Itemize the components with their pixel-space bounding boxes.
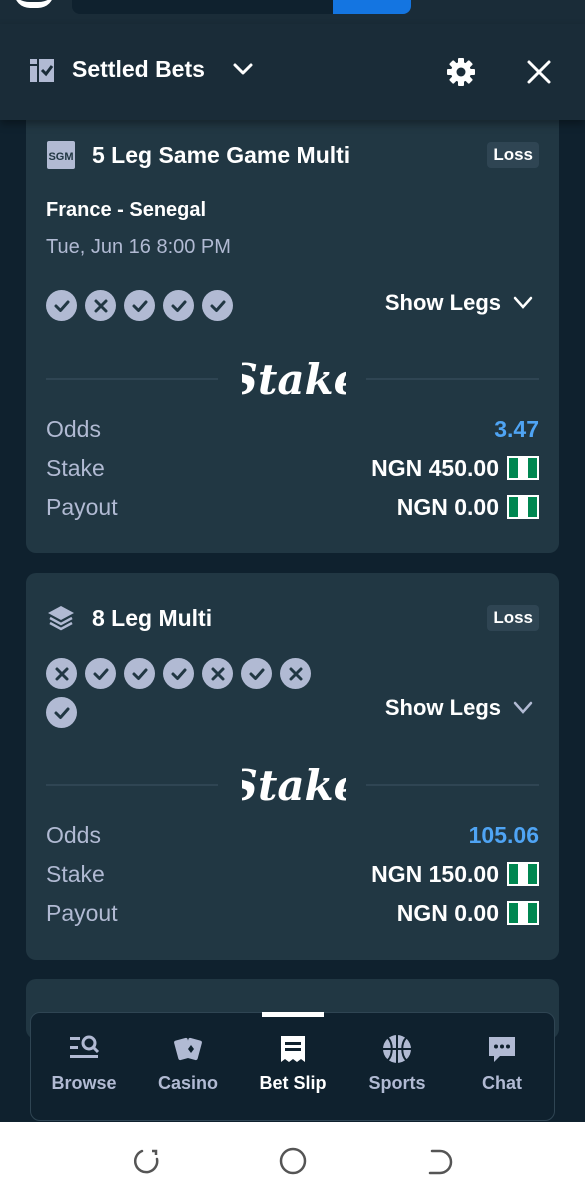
chevron-down-icon [513, 296, 533, 309]
leg-won-check-icon [163, 290, 194, 321]
event-date: Tue, Jun 16 8:00 PM [46, 236, 231, 258]
nav-sports[interactable]: Sports [347, 1013, 447, 1120]
leg-won-check-icon [202, 290, 233, 321]
stake-value: NGN 150.00 [371, 860, 499, 887]
gear-icon[interactable] [445, 56, 477, 88]
bottom-navigation: Browse Casino Bet Slip Sports Chat [30, 1012, 555, 1121]
nigeria-flag-icon [507, 456, 539, 480]
bet-card[interactable]: 8 Leg Multi Loss Show Legs Stake Odds 10… [26, 573, 559, 960]
nigeria-flag-icon [507, 862, 539, 886]
stake-logo: Stake [242, 355, 346, 404]
bet-slip-icon [281, 1036, 305, 1062]
leg-won-check-icon [46, 697, 77, 728]
nav-browse[interactable]: Browse [34, 1013, 134, 1120]
nav-label: Chat [482, 1073, 522, 1093]
divider [46, 784, 218, 786]
show-legs-label: Show Legs [384, 290, 501, 315]
bet-ticket-check-icon [30, 59, 54, 82]
leg-won-check-icon [85, 658, 116, 689]
payout-label: Payout [46, 899, 118, 926]
top-app-bar-fragment [0, 0, 585, 24]
svg-text:Stake: Stake [242, 761, 346, 810]
recent-apps-icon[interactable] [132, 1146, 162, 1176]
back-icon[interactable] [424, 1146, 454, 1176]
browse-icon [70, 1035, 100, 1058]
search-button-fragment[interactable] [333, 0, 411, 14]
casino-cards-icon [174, 1037, 202, 1061]
bet-title: 5 Leg Same Game Multi [92, 142, 351, 168]
close-icon[interactable] [526, 59, 552, 85]
search-bar-fragment[interactable] [72, 0, 334, 14]
stake-logo: Stake [242, 761, 346, 810]
divider [46, 378, 218, 380]
status-badge: Loss [487, 142, 539, 168]
nav-label: Sports [368, 1073, 426, 1093]
divider [366, 784, 539, 786]
system-navigation-bar [0, 1122, 585, 1200]
logo-fragment [14, 0, 54, 8]
leg-lost-x-icon [280, 658, 311, 689]
nav-bet-slip[interactable]: Bet Slip [243, 1013, 343, 1120]
basketball-icon [383, 1035, 411, 1063]
leg-won-check-icon [46, 290, 77, 321]
status-badge: Loss [487, 605, 539, 631]
svg-text:SGM: SGM [48, 151, 73, 163]
nigeria-flag-icon [507, 495, 539, 519]
leg-won-check-icon [163, 658, 194, 689]
nav-label: Casino [157, 1073, 218, 1093]
bet-title: 8 Leg Multi [92, 605, 213, 631]
stake-label: Stake [46, 860, 105, 887]
leg-won-check-icon [124, 290, 155, 321]
leg-won-check-icon [124, 658, 155, 689]
odds-value: 105.06 [468, 821, 539, 848]
leg-lost-x-icon [85, 290, 116, 321]
payout-row: Payout NGN 0.00 [46, 898, 539, 928]
event-name[interactable]: France - Senegal [46, 199, 206, 222]
page-title: Settled Bets [72, 56, 205, 82]
nav-label: Bet Slip [259, 1073, 327, 1093]
legs-status-list [46, 290, 326, 321]
show-legs-label: Show Legs [384, 695, 501, 720]
svg-text:Stake: Stake [242, 355, 346, 404]
stake-value-group: NGN 450.00 [371, 455, 539, 482]
leg-lost-x-icon [202, 658, 233, 689]
legs-status-list [46, 658, 326, 728]
show-legs-button[interactable]: Show Legs [385, 290, 533, 316]
odds-row: Odds 3.47 [46, 414, 539, 444]
settled-bets-header: Settled Bets [0, 24, 585, 120]
odds-row: Odds 105.06 [46, 820, 539, 850]
bet-card[interactable]: SGM 5 Leg Same Game Multi Loss France - … [26, 104, 559, 553]
divider [366, 378, 539, 380]
sgm-icon: SGM [47, 141, 75, 169]
odds-value: 3.47 [494, 415, 539, 442]
nav-chat[interactable]: Chat [452, 1013, 552, 1120]
payout-value: NGN 0.00 [396, 493, 499, 520]
stake-value-group: NGN 150.00 [371, 861, 539, 888]
payout-value-group: NGN 0.00 [397, 900, 539, 927]
payout-value-group: NGN 0.00 [397, 494, 539, 521]
nav-casino[interactable]: Casino [138, 1013, 238, 1120]
stake-label: Stake [46, 454, 105, 481]
chevron-down-icon [513, 701, 533, 714]
stake-row: Stake NGN 150.00 [46, 859, 539, 889]
nav-label: Browse [51, 1073, 117, 1093]
chevron-down-icon[interactable] [232, 60, 254, 78]
nigeria-flag-icon [507, 901, 539, 925]
chat-bubble-icon [489, 1037, 515, 1062]
leg-lost-x-icon [46, 658, 77, 689]
odds-label: Odds [46, 415, 101, 442]
home-icon[interactable] [278, 1146, 308, 1176]
payout-label: Payout [46, 493, 118, 520]
payout-value: NGN 0.00 [396, 899, 499, 926]
layers-icon [48, 606, 74, 631]
show-legs-button[interactable]: Show Legs [385, 695, 533, 721]
leg-won-check-icon [241, 658, 272, 689]
stake-row: Stake NGN 450.00 [46, 453, 539, 483]
stake-value: NGN 450.00 [371, 454, 499, 481]
odds-label: Odds [46, 821, 101, 848]
payout-row: Payout NGN 0.00 [46, 492, 539, 522]
